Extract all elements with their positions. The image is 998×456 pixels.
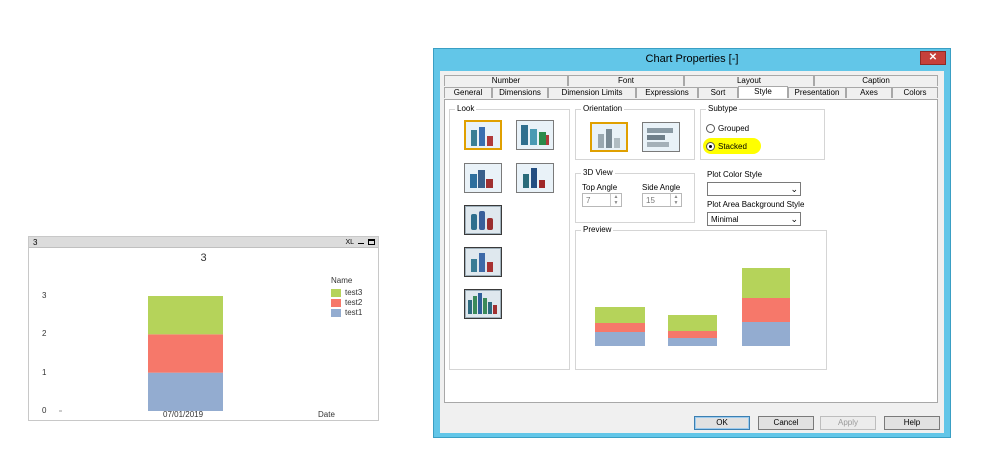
subtype-grouped-label: Grouped (718, 124, 750, 133)
bar-segment-test1[interactable] (148, 372, 223, 411)
chart-plot (59, 296, 223, 412)
preview-bar-test1 (742, 322, 790, 346)
dialog-title: Chart Properties [-] (645, 53, 739, 65)
subtype-stacked-label: Stacked (718, 142, 747, 151)
legend-swatch (331, 309, 341, 317)
spin-down-icon[interactable]: ▼ (671, 200, 681, 206)
y-tick-label: 2 (42, 329, 47, 339)
tab-style[interactable]: Style (738, 86, 788, 98)
preview-bar-test1 (595, 332, 645, 346)
tab-axes[interactable]: Axes (846, 87, 892, 98)
tab-dimensions[interactable]: Dimensions (492, 87, 548, 98)
plot-color-style-select[interactable]: ⌄ (707, 182, 801, 196)
x-axis-title: Date (318, 410, 335, 419)
spinner-arrows[interactable]: ▲ ▼ (610, 194, 621, 206)
y-tick-label: 1 (42, 367, 47, 377)
tab-caption[interactable]: Caption (814, 75, 938, 86)
orientation-label: Orientation (581, 104, 625, 113)
preview-label: Preview (581, 225, 614, 234)
bar-chart-3d-icon (521, 125, 549, 145)
look-label: Look (455, 104, 477, 113)
bar-segment-test3[interactable] (148, 296, 223, 335)
preview-chart (595, 268, 790, 346)
bar-chart-icon (471, 253, 493, 272)
plot-area-bg-select[interactable]: Minimal ⌄ (707, 212, 801, 226)
bar-chart-icon (471, 211, 493, 230)
look-option-shaded-bars[interactable] (464, 163, 502, 193)
top-angle-value: 7 (586, 196, 591, 205)
plot-area-bg-label: Plot Area Background Style (707, 200, 805, 209)
chart-properties-dialog[interactable]: Chart Properties [-] ✕ Number Font Layou… (433, 48, 951, 438)
chart-object[interactable]: 3 XL 3 0123 07/01/2019 Date Name test3 t… (28, 236, 379, 421)
side-angle-label: Side Angle (642, 183, 681, 192)
tab-colors[interactable]: Colors (892, 87, 938, 98)
subtype-group: Subtype Grouped Stacked (700, 104, 825, 160)
preview-bar-test3 (742, 268, 790, 298)
preview-group: Preview (575, 225, 827, 370)
y-tick-label: 0 (42, 406, 47, 415)
legend-label: test2 (345, 298, 363, 307)
look-option-bars-selected[interactable] (464, 120, 502, 150)
y-tick-label: 3 (42, 291, 47, 300)
top-angle-spinner[interactable]: 7 ▲ ▼ (582, 193, 622, 207)
vertical-bars-icon (598, 129, 620, 148)
legend-swatch (331, 299, 341, 307)
legend-label: test3 (345, 288, 363, 297)
subtype-grouped-radio[interactable] (706, 124, 715, 133)
look-option-rounded-bars[interactable] (464, 205, 502, 235)
tab-number[interactable]: Number (444, 75, 568, 86)
horizontal-bars-icon (647, 128, 673, 147)
legend-label: test1 (345, 308, 363, 317)
plot-area-bg-value: Minimal (711, 215, 739, 224)
plot-color-style-label: Plot Color Style (707, 170, 763, 179)
help-button[interactable]: Help (884, 416, 940, 430)
look-group: Look (449, 104, 570, 370)
bar-segment-test2[interactable] (148, 334, 223, 373)
orientation-group: Orientation (575, 104, 695, 160)
cancel-button[interactable]: Cancel (758, 416, 814, 430)
subtype-stacked-radio[interactable] (706, 142, 715, 151)
legend-swatch (331, 289, 341, 297)
bar-chart-icon (471, 127, 493, 146)
dialog-body: Number Font Layout Caption General Dimen… (440, 71, 944, 433)
3d-view-group: 3D View Top Angle 7 ▲ ▼ Side Angle 15 ▲ ▼ (575, 168, 695, 223)
bar-chart-icon (470, 170, 493, 188)
look-option-3d-bars[interactable] (516, 120, 554, 150)
tab-general[interactable]: General (444, 87, 492, 98)
side-angle-spinner[interactable]: 15 ▲ ▼ (642, 193, 682, 207)
look-option-multi-bars[interactable] (464, 289, 502, 319)
orientation-horizontal-option[interactable] (642, 122, 680, 152)
apply-button[interactable]: Apply (820, 416, 876, 430)
tab-expressions[interactable]: Expressions (636, 87, 698, 98)
preview-bar-test2 (742, 298, 790, 322)
close-icon[interactable]: ✕ (920, 51, 946, 65)
legend-title: Name (331, 276, 353, 285)
tab-dimension-limits[interactable]: Dimension Limits (548, 87, 636, 98)
preview-bar-test3 (668, 315, 717, 331)
preview-bar-test2 (595, 323, 645, 332)
subtype-label: Subtype (706, 104, 740, 113)
preview-bar-test3 (595, 307, 645, 323)
tab-sort[interactable]: Sort (698, 87, 738, 98)
spin-down-icon[interactable]: ▼ (611, 200, 621, 206)
style-tab-panel: Look Orientation Subtype Grouped Stacked… (444, 99, 938, 403)
bar-chart-icon (468, 293, 497, 314)
3d-view-label: 3D View (581, 168, 615, 177)
top-angle-label: Top Angle (582, 183, 618, 192)
tab-font[interactable]: Font (568, 75, 684, 86)
tab-layout[interactable]: Layout (684, 75, 814, 86)
spinner-arrows[interactable]: ▲ ▼ (670, 194, 681, 206)
side-angle-value: 15 (646, 196, 655, 205)
bar-chart-icon (523, 168, 545, 188)
look-option-cylinder-bars[interactable] (464, 247, 502, 277)
orientation-vertical-option[interactable] (590, 122, 628, 152)
preview-bar-test2 (668, 331, 717, 338)
preview-bar-test1 (668, 338, 717, 346)
ok-button[interactable]: OK (694, 416, 750, 430)
chevron-down-icon: ⌄ (790, 214, 798, 224)
look-option-plain-bars[interactable] (516, 163, 554, 193)
tab-presentation[interactable]: Presentation (788, 87, 846, 98)
chevron-down-icon: ⌄ (790, 184, 798, 194)
x-tick-label: 07/01/2019 (163, 410, 204, 419)
